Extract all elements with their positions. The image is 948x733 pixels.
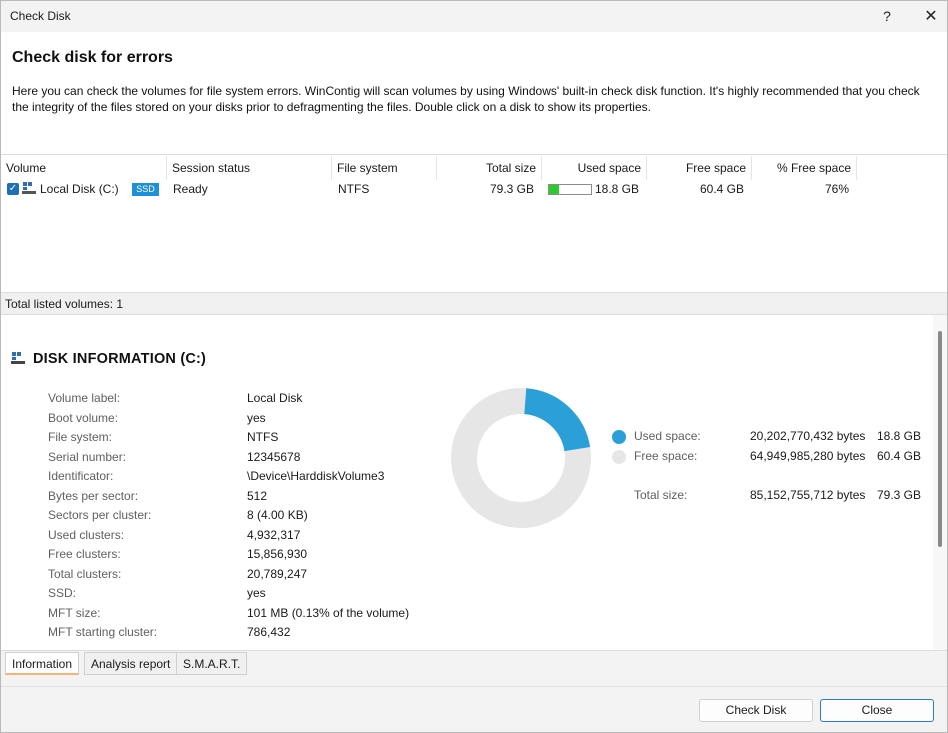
property-label: Serial number: xyxy=(48,449,127,464)
property-label: File system: xyxy=(48,430,113,444)
ssd-badge: SSD xyxy=(132,183,159,196)
legend-used-label: Used space: xyxy=(634,429,701,443)
property-row: MFT starting cluster: 786,432 xyxy=(48,625,428,644)
column-header-percent-free[interactable]: % Free space xyxy=(752,156,857,180)
title-bar: Check Disk ? ✕ xyxy=(1,1,947,32)
property-row: Bytes per sector: 512 xyxy=(48,489,428,508)
property-value: 786,432 xyxy=(247,625,291,639)
legend-used-bytes: 20,202,770,432 bytes xyxy=(750,429,866,443)
property-label: Sectors per cluster: xyxy=(48,508,152,522)
info-scrollbar[interactable] xyxy=(933,315,947,650)
legend-free-gb: 60.4 GB xyxy=(876,449,921,463)
volume-table-header: Volume Session status File system Total … xyxy=(1,156,947,180)
property-label: Free clusters: xyxy=(48,547,121,561)
property-row: Free clusters: 15,856,930 xyxy=(48,547,428,566)
property-label: Total clusters: xyxy=(48,566,122,581)
property-value: 20,789,247 xyxy=(247,566,308,581)
property-value: yes xyxy=(247,586,266,600)
dialog-footer: Check Disk Close xyxy=(1,686,947,732)
legend-free-bytes: 64,949,985,280 bytes xyxy=(750,449,866,463)
scrollbar-thumb[interactable] xyxy=(938,331,942,547)
used-space-dot-icon xyxy=(612,430,626,444)
column-header-total-size[interactable]: Total size xyxy=(437,156,542,180)
property-row: Boot volume: yes xyxy=(48,411,428,430)
property-row: Total clusters: 20,789,247 xyxy=(48,567,428,586)
check-disk-window: Check Disk ? ✕ Check disk for errors Her… xyxy=(0,0,948,733)
used-space: 18.8 GB xyxy=(594,182,639,196)
property-row: Sectors per cluster: 8 (4.00 KB) xyxy=(48,508,428,527)
legend-total: Total size: 85,152,755,712 bytes 79.3 GB xyxy=(612,488,932,507)
tab-information[interactable]: Information xyxy=(5,652,80,675)
legend-total-label: Total size: xyxy=(634,488,688,502)
column-header-free-space[interactable]: Free space xyxy=(647,156,752,180)
info-tabs: Information Analysis report S.M.A.R.T. xyxy=(1,650,947,686)
property-value: yes xyxy=(247,410,266,425)
property-row: Serial number: 12345678 xyxy=(48,450,428,469)
property-label: Used clusters: xyxy=(48,527,125,542)
property-value: NTFS xyxy=(247,430,279,444)
property-value: 101 MB (0.13% of the volume) xyxy=(247,605,410,620)
disk-info-title: DISK INFORMATION (C:) xyxy=(33,351,207,367)
total-size: 79.3 GB xyxy=(489,182,534,196)
percent-free: 76% xyxy=(824,182,849,196)
property-row: File system: NTFS xyxy=(48,430,428,449)
status-bar: Total listed volumes: 1 xyxy=(1,292,947,315)
free-space-dot-icon xyxy=(612,450,626,464)
property-label: SSD: xyxy=(48,586,77,600)
free-space: 60.4 GB xyxy=(699,182,744,196)
property-label: Boot volume: xyxy=(48,410,119,425)
tab-smart[interactable]: S.M.A.R.T. xyxy=(176,652,248,675)
property-value: 512 xyxy=(247,488,268,503)
column-header-volume[interactable]: Volume xyxy=(1,156,167,180)
property-value: 12345678 xyxy=(247,449,301,464)
property-label: Identificator: xyxy=(48,469,114,483)
volume-table: Volume Session status File system Total … xyxy=(1,156,947,292)
session-status: Ready xyxy=(173,182,208,196)
disk-information-panel: DISK INFORMATION (C:) Volume label: Local… xyxy=(1,315,947,650)
property-value: 15,856,930 xyxy=(247,547,308,561)
property-row: MFT size: 101 MB (0.13% of the volume) xyxy=(48,606,428,625)
property-row: SSD: yes xyxy=(48,586,428,605)
file-system: NTFS xyxy=(338,182,370,196)
legend-used: Used space: 20,202,770,432 bytes 18.8 GB xyxy=(612,429,932,448)
property-row: Used clusters: 4,932,317 xyxy=(48,528,428,547)
property-value: 8 (4.00 KB) xyxy=(247,508,308,522)
property-row: Identificator: \Device\HarddiskVolume3 xyxy=(48,469,428,488)
close-window-button[interactable]: ✕ xyxy=(911,1,948,32)
legend-total-bytes: 85,152,755,712 bytes xyxy=(750,488,866,502)
legend-free-label: Free space: xyxy=(634,449,698,463)
legend-free: Free space: 64,949,985,280 bytes 60.4 GB xyxy=(612,449,932,468)
property-value: Local Disk xyxy=(247,391,303,405)
legend-total-gb: 79.3 GB xyxy=(876,488,921,502)
header-panel: Check disk for errors Here you can check… xyxy=(1,32,947,155)
check-disk-button[interactable]: Check Disk xyxy=(699,699,813,722)
property-label: Bytes per sector: xyxy=(48,488,139,503)
property-row: Volume label: Local Disk xyxy=(48,391,428,410)
disk-drive-icon xyxy=(11,352,25,364)
column-header-file-system[interactable]: File system xyxy=(332,156,437,180)
disk-usage-donut-chart xyxy=(451,388,591,528)
page-title: Check disk for errors xyxy=(12,49,173,66)
help-button[interactable]: ? xyxy=(867,1,907,32)
column-header-session-status[interactable]: Session status xyxy=(167,156,332,180)
volume-checkbox[interactable]: ✓ xyxy=(7,183,19,195)
volume-name: Local Disk (C:) xyxy=(40,182,119,196)
legend-used-gb: 18.8 GB xyxy=(876,429,921,443)
tab-analysis-report[interactable]: Analysis report xyxy=(84,652,178,675)
disk-drive-icon xyxy=(22,182,36,194)
property-value: \Device\HarddiskVolume3 xyxy=(247,469,385,483)
window-title: Check Disk xyxy=(10,9,71,23)
total-listed-volumes: Total listed volumes: 1 xyxy=(5,297,124,311)
donut-used-segment xyxy=(523,388,591,452)
property-label: MFT size: xyxy=(48,605,101,620)
property-label: MFT starting cluster: xyxy=(48,625,158,639)
property-value: 4,932,317 xyxy=(247,527,301,542)
header-description: Here you can check the volumes for file … xyxy=(12,84,920,114)
property-label: Volume label: xyxy=(48,391,121,405)
column-header-used-space[interactable]: Used space xyxy=(542,156,647,180)
table-row[interactable]: ✓ Local Disk (C:) SSD Ready NTFS 79.3 GB… xyxy=(1,180,947,199)
close-button[interactable]: Close xyxy=(820,699,934,722)
